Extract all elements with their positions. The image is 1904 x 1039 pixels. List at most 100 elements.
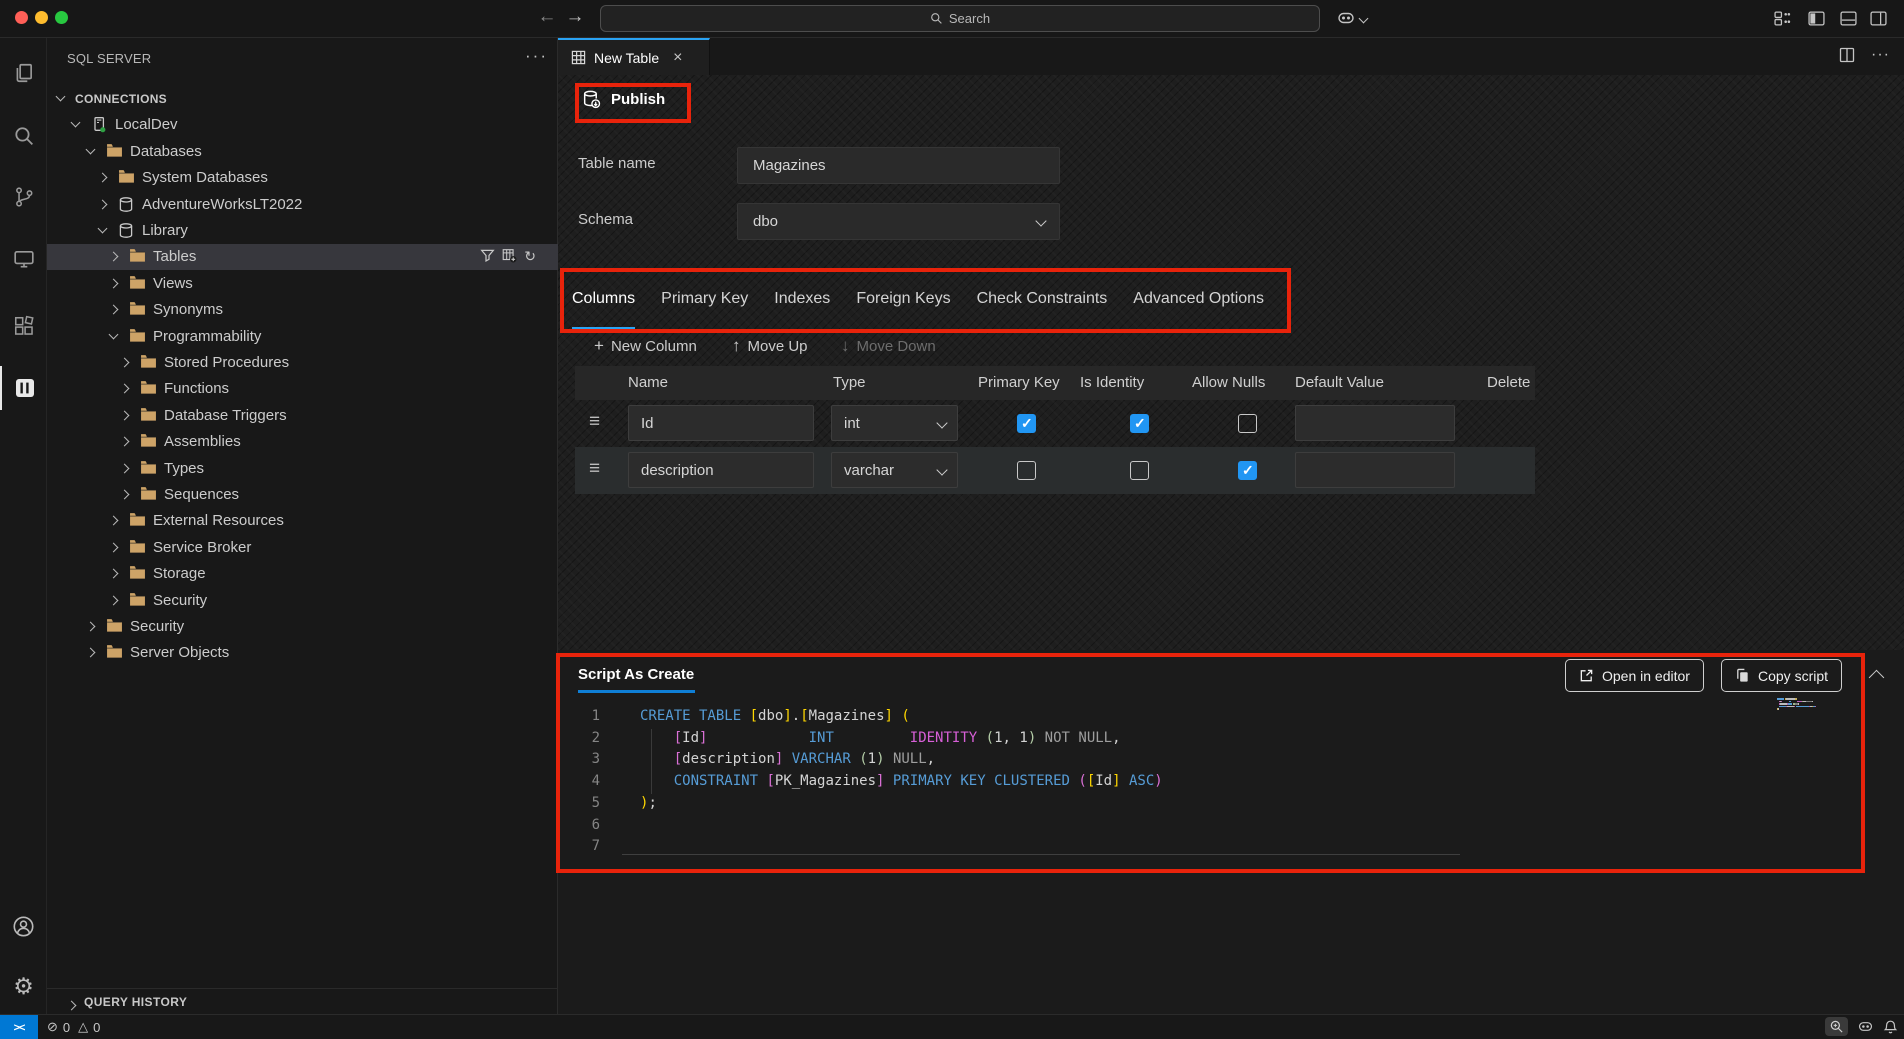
back-arrow-icon[interactable]: ← [535,6,559,28]
line-number: 4 [572,770,600,792]
drag-handle[interactable]: ≡ [589,411,600,433]
publish-button[interactable]: Publish [581,89,665,110]
query-history-section[interactable]: QUERY HISTORY [47,988,558,1014]
toggle-sidebar-icon[interactable] [1808,10,1825,27]
is-identity-checkbox[interactable] [1130,461,1149,480]
folder-icon [129,328,146,343]
zoom-status-button[interactable] [1825,1017,1848,1036]
toggle-panel-icon[interactable] [1840,10,1857,27]
code-line-2[interactable]: 2 [Id] INT IDENTITY (1, 1) NOT NULL, [558,727,1888,749]
tree-item-localdev[interactable]: LocalDev [47,112,558,138]
code-line-1[interactable]: 1CREATE TABLE [dbo].[Magazines] ( [558,705,1888,727]
tree-item-label: Tables [153,248,196,265]
column-type-select[interactable]: int [831,405,958,441]
primary-key-checkbox[interactable] [1017,461,1036,480]
tree-item-functions[interactable]: Functions [47,376,558,402]
copilot-icon[interactable] [1857,1018,1874,1035]
sidebar-item-explorer[interactable] [0,51,47,95]
chevron-down-icon[interactable] [1359,14,1369,24]
default-value-input[interactable] [1295,452,1455,488]
move-down-button[interactable]: ↓Move Down [841,336,936,356]
allow-nulls-checkbox[interactable] [1238,414,1257,433]
tab-primary-key[interactable]: Primary Key [661,272,748,330]
customize-layout-icon[interactable] [1774,10,1791,27]
folder-icon [129,512,146,527]
tree-item-tables[interactable]: Tables ↻ [47,244,558,270]
bell-icon[interactable] [1883,1019,1898,1035]
tree-item-security[interactable]: Security [47,614,558,640]
tab-advanced-options[interactable]: Advanced Options [1133,272,1264,330]
tree-item-adventureworkslt2022[interactable]: AdventureWorksLT2022 [47,192,558,218]
tree-item-databases[interactable]: Databases [47,139,558,165]
maximize-window-button[interactable] [55,11,68,24]
default-value-input[interactable] [1295,405,1455,441]
tab-check-constraints[interactable]: Check Constraints [977,272,1108,330]
sidebar-item-remote-explorer[interactable] [0,237,47,281]
tree-item-synonyms[interactable]: Synonyms [47,297,558,323]
tree-item-stored-procedures[interactable]: Stored Procedures [47,350,558,376]
code-line-6[interactable]: 6 [558,814,1888,836]
allow-nulls-checkbox[interactable] [1238,461,1257,480]
forward-arrow-icon[interactable]: → [563,6,587,28]
tree-item-library[interactable]: Library [47,218,558,244]
copilot-icon[interactable] [1336,8,1356,28]
move-up-button[interactable]: ↑Move Up [732,336,808,356]
open-in-editor-button[interactable]: Open in editor [1565,659,1704,692]
filter-icon[interactable] [480,248,495,266]
search-input[interactable]: Search [600,5,1320,32]
close-window-button[interactable] [15,11,28,24]
tree-item-programmability[interactable]: Programmability [47,324,558,350]
tab-indexes[interactable]: Indexes [774,272,830,330]
open-in-editor-label: Open in editor [1602,668,1690,684]
tree-item-label: Assemblies [164,433,241,450]
refresh-icon[interactable]: ↻ [524,248,536,266]
tree-item-service-broker[interactable]: Service Broker [47,535,558,561]
new-column-button[interactable]: +New Column [594,336,697,356]
tree-item-label: External Resources [153,512,284,529]
column-name-input[interactable]: description [628,452,814,488]
remote-indicator[interactable]: >< [0,1015,38,1039]
tab-new-table[interactable]: New Table × [558,38,710,75]
close-icon[interactable]: × [673,49,682,67]
tree-item-system-databases[interactable]: System Databases [47,165,558,191]
tree-item-storage[interactable]: Storage [47,561,558,587]
toggle-secondary-sidebar-icon[interactable] [1870,10,1887,27]
new-table-icon[interactable] [502,248,517,266]
is-identity-checkbox[interactable] [1130,414,1149,433]
editor-more-actions[interactable]: ··· [1871,46,1890,64]
account-button[interactable] [0,904,47,948]
settings-button[interactable]: ⚙ [0,964,47,1008]
tree-item-connections[interactable]: CONNECTIONS [47,86,558,112]
sidebar-item-sql-server[interactable] [0,366,47,410]
column-name-input[interactable]: Id [628,405,814,441]
sidebar-item-source-control[interactable] [0,175,47,219]
primary-key-checkbox[interactable] [1017,414,1036,433]
sidebar-more-actions[interactable]: ··· [525,46,548,66]
tree-item-database-triggers[interactable]: Database Triggers [47,403,558,429]
drag-handle[interactable]: ≡ [589,458,600,480]
tree-item-views[interactable]: Views [47,271,558,297]
schema-select[interactable]: dbo [737,203,1060,240]
code-line-3[interactable]: 3 [description] VARCHAR (1) NULL, [558,748,1888,770]
table-name-input[interactable]: Magazines [737,147,1060,184]
tree-item-label: AdventureWorksLT2022 [142,196,302,213]
code-line-4[interactable]: 4 CONSTRAINT [PK_Magazines] PRIMARY KEY … [558,770,1888,792]
tree-item-assemblies[interactable]: Assemblies [47,429,558,455]
minimize-window-button[interactable] [35,11,48,24]
problems-status[interactable]: ⊘ 0 △ 0 [47,1019,100,1035]
copy-script-button[interactable]: Copy script [1721,659,1842,692]
tree-item-external-resources[interactable]: External Resources [47,508,558,534]
sidebar-item-extensions[interactable] [0,304,47,348]
tab-columns[interactable]: Columns [572,272,635,330]
split-editor-icon[interactable] [1839,47,1855,63]
chevron-right-icon [109,278,119,288]
code-line-5[interactable]: 5); [558,792,1888,814]
sidebar-item-search[interactable] [0,114,47,158]
tab-foreign-keys[interactable]: Foreign Keys [856,272,950,330]
tree-item-sequences[interactable]: Sequences [47,482,558,508]
tree-item-types[interactable]: Types [47,456,558,482]
column-type-select[interactable]: varchar [831,452,958,488]
tree-item-server-objects[interactable]: Server Objects [47,640,558,666]
minimap[interactable] [1777,698,1839,716]
tree-item-security[interactable]: Security [47,588,558,614]
